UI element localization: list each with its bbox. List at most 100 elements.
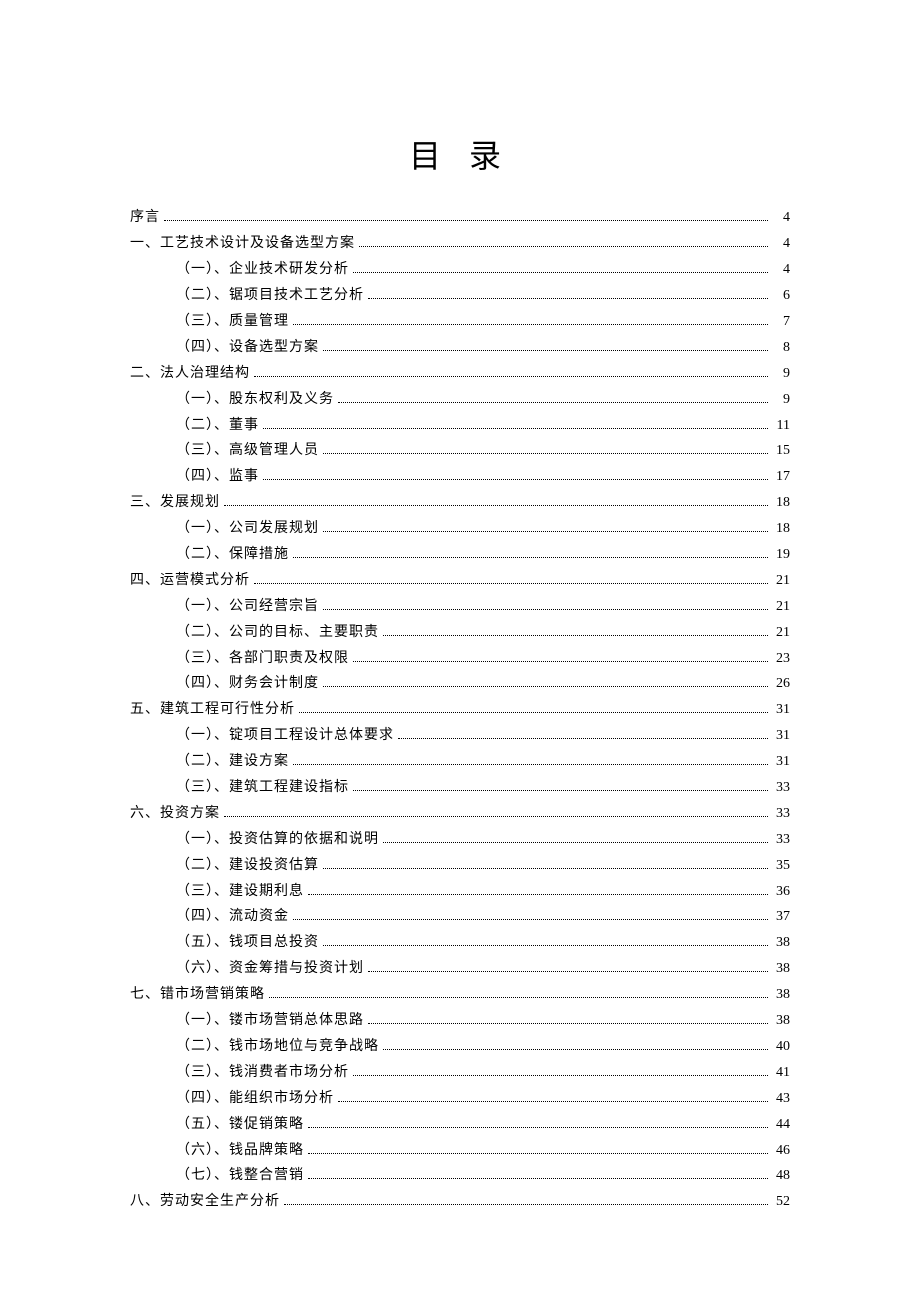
toc-entry-label: （二）、建设投资估算 <box>176 853 319 879</box>
toc-entry-page: 44 <box>772 1112 790 1138</box>
toc-entry-label: 六、投资方案 <box>130 801 220 827</box>
toc-entry: （四）、设备选型方案8 <box>130 335 790 361</box>
toc-entry: （三）、各部门职责及权限 23 <box>130 646 790 672</box>
toc-entry: （二）、董事11 <box>130 413 790 439</box>
toc-entry-page: 31 <box>772 697 790 723</box>
toc-entry: 一、工艺技术设计及设备选型方案 4 <box>130 231 790 257</box>
toc-leader-dots <box>368 1012 768 1024</box>
toc-entry-label: 二、法人治理结构 <box>130 361 250 387</box>
toc-entry-label: （五）、镂促销策略 <box>176 1112 304 1138</box>
toc-leader-dots <box>368 287 768 299</box>
toc-entry: 五、建筑工程可行性分析 31 <box>130 697 790 723</box>
toc-entry-page: 37 <box>772 904 790 930</box>
toc-entry-page: 31 <box>772 749 790 775</box>
toc-entry: （二）、钱市场地位与竞争战略 40 <box>130 1034 790 1060</box>
toc-leader-dots <box>323 857 768 869</box>
toc-entry-page: 48 <box>772 1163 790 1189</box>
toc-entry: （一）、锭项目工程设计总体要求31 <box>130 723 790 749</box>
toc-entry-page: 4 <box>772 231 790 257</box>
toc-leader-dots <box>359 235 768 247</box>
toc-entry: （四）、能组织市场分析 43 <box>130 1086 790 1112</box>
toc-entry-label: （一）、镂市场营销总体思路 <box>176 1008 364 1034</box>
toc-entry-page: 26 <box>772 671 790 697</box>
toc-entry: （三）、建设期利息36 <box>130 879 790 905</box>
toc-entry-page: 38 <box>772 930 790 956</box>
toc-leader-dots <box>293 546 768 558</box>
toc-leader-dots <box>269 986 768 998</box>
toc-entry: （一）、股东权利及义务9 <box>130 387 790 413</box>
toc-entry-label: 序言 <box>130 205 160 231</box>
toc-entry-label: （四）、财务会计制度 <box>176 671 319 697</box>
toc-entry-page: 23 <box>772 646 790 672</box>
toc-entry-page: 33 <box>772 775 790 801</box>
toc-entry-label: （一）、公司发展规划 <box>176 516 319 542</box>
toc-entry-page: 18 <box>772 516 790 542</box>
toc-entry: （四）、流动资金 37 <box>130 904 790 930</box>
toc-entry-label: （三）、建筑工程建设指标 <box>176 775 349 801</box>
toc-entry-label: 五、建筑工程可行性分析 <box>130 697 295 723</box>
toc-leader-dots <box>308 1115 768 1127</box>
toc-entry: 七、错市场营销策略38 <box>130 982 790 1008</box>
toc-entry-page: 4 <box>772 205 790 231</box>
toc-entry: 二、法人治理结构 9 <box>130 361 790 387</box>
toc-entry: 序言 4 <box>130 205 790 231</box>
toc-entry-page: 33 <box>772 827 790 853</box>
toc-entry-page: 52 <box>772 1189 790 1215</box>
toc-leader-dots <box>383 1038 768 1050</box>
toc-leader-dots <box>164 209 768 221</box>
toc-entry: （五）、钱项目总投资 38 <box>130 930 790 956</box>
toc-entry-label: 一、工艺技术设计及设备选型方案 <box>130 231 355 257</box>
toc-entry: （一）、公司经营宗旨 21 <box>130 594 790 620</box>
toc-entry: （六）、资金筹措与投资计划38 <box>130 956 790 982</box>
toc-entry-page: 41 <box>772 1060 790 1086</box>
toc-leader-dots <box>299 701 768 713</box>
toc-entry-page: 17 <box>772 464 790 490</box>
toc-entry: 四、运营模式分析21 <box>130 568 790 594</box>
toc-entry-page: 36 <box>772 879 790 905</box>
toc-leader-dots <box>353 1064 768 1076</box>
toc-entry: （四）、监事 17 <box>130 464 790 490</box>
toc-entry-page: 7 <box>772 309 790 335</box>
toc-entry-label: （二）、钱市场地位与竞争战略 <box>176 1034 379 1060</box>
toc-entry-label: （四）、能组织市场分析 <box>176 1086 334 1112</box>
toc-leader-dots <box>368 960 768 972</box>
toc-entry-page: 9 <box>772 361 790 387</box>
toc-entry-label: （四）、监事 <box>176 464 259 490</box>
toc-entry-page: 43 <box>772 1086 790 1112</box>
toc-entry-label: （五）、钱项目总投资 <box>176 930 319 956</box>
toc-entry-page: 6 <box>772 283 790 309</box>
toc-entry-label: （二）、公司的目标、主要职责 <box>176 620 379 646</box>
toc-entry-page: 9 <box>772 387 790 413</box>
toc-entry-page: 4 <box>772 257 790 283</box>
toc-entry-page: 15 <box>772 438 790 464</box>
toc-entry: （五）、镂促销策略 44 <box>130 1112 790 1138</box>
toc-entry-label: （一）、公司经营宗旨 <box>176 594 319 620</box>
toc-leader-dots <box>293 313 768 325</box>
toc-leader-dots <box>323 598 768 610</box>
toc-entry: （二）、建设方案 31 <box>130 749 790 775</box>
toc-entry-page: 31 <box>772 723 790 749</box>
table-of-contents: 序言4一、工艺技术设计及设备选型方案4（一）、企业技术研发分析4（二）、锯项目技… <box>130 205 790 1215</box>
toc-entry-page: 35 <box>772 853 790 879</box>
toc-leader-dots <box>323 934 768 946</box>
toc-entry: 三、发展规划18 <box>130 490 790 516</box>
toc-entry-label: （三）、各部门职责及权限 <box>176 646 349 672</box>
toc-entry-label: （二）、建设方案 <box>176 749 289 775</box>
toc-entry-page: 21 <box>772 620 790 646</box>
toc-entry: （三）、高级管理人员15 <box>130 438 790 464</box>
toc-entry-page: 18 <box>772 490 790 516</box>
toc-entry-label: （二）、保障措施 <box>176 542 289 568</box>
toc-entry-label: 八、劳动安全生产分析 <box>130 1189 280 1215</box>
toc-entry-page: 38 <box>772 956 790 982</box>
toc-entry-page: 38 <box>772 982 790 1008</box>
toc-entry-page: 21 <box>772 594 790 620</box>
toc-leader-dots <box>293 908 768 920</box>
toc-entry-page: 40 <box>772 1034 790 1060</box>
toc-entry: （一）、公司发展规划 18 <box>130 516 790 542</box>
toc-entry-page: 21 <box>772 568 790 594</box>
toc-entry: 六、投资方案33 <box>130 801 790 827</box>
toc-entry-page: 19 <box>772 542 790 568</box>
toc-entry-label: （四）、流动资金 <box>176 904 289 930</box>
toc-entry-label: （一）、企业技术研发分析 <box>176 257 349 283</box>
toc-entry: （三）、钱消费者市场分析41 <box>130 1060 790 1086</box>
